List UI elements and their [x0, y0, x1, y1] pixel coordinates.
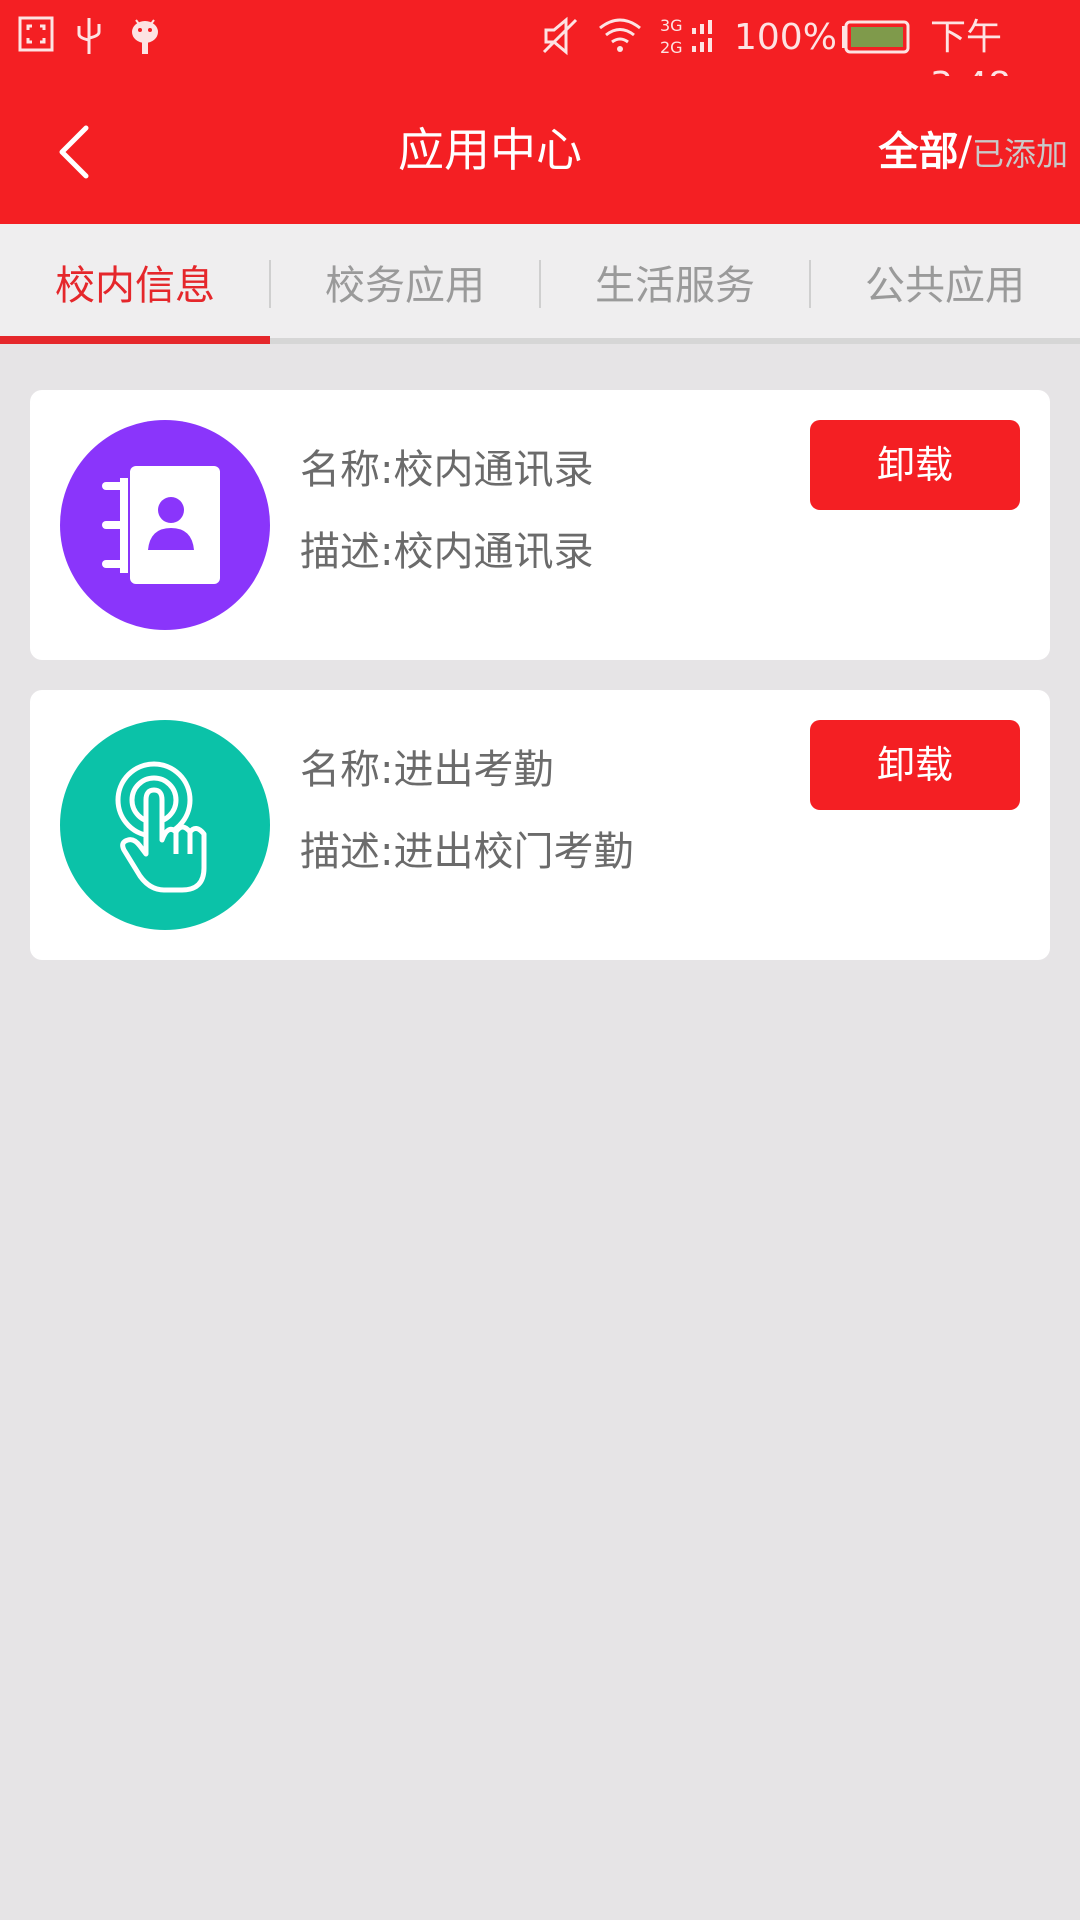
- tab-public-apps[interactable]: 公共应用: [810, 224, 1080, 336]
- app-description: 描述:进出校门考勤: [300, 829, 634, 875]
- mute-icon: [540, 16, 580, 60]
- app-description: 描述:校内通讯录: [300, 529, 594, 575]
- tab-label: 校务应用: [325, 263, 485, 309]
- tab-school-affairs[interactable]: 校务应用: [270, 224, 541, 336]
- network-3g-label: 3G: [660, 16, 683, 35]
- app-name: 名称:进出考勤: [300, 747, 554, 793]
- page-title: 应用中心: [398, 123, 582, 177]
- tab-label: 校内信息: [55, 263, 215, 309]
- app-name: 名称:校内通讯录: [300, 447, 594, 493]
- contacts-book-icon: [60, 420, 270, 630]
- category-tabs: 校内信息 校务应用 生活服务 公共应用: [0, 224, 1080, 344]
- network-2g-label: 2G: [660, 38, 683, 57]
- filter-all-button[interactable]: 全部: [879, 129, 959, 175]
- battery-icon: [840, 20, 910, 58]
- android-debug-icon: [128, 16, 162, 60]
- tab-label: 公共应用: [865, 263, 1025, 309]
- app-card-attendance: 名称:进出考勤 描述:进出校门考勤 卸载: [30, 690, 1050, 960]
- signal-icon: [690, 16, 720, 60]
- uninstall-button[interactable]: 卸载: [810, 720, 1020, 810]
- chevron-left-icon: [59, 125, 89, 179]
- back-button[interactable]: [40, 116, 112, 188]
- status-bar: 3G 2G 100% 下午3:48: [0, 0, 1080, 106]
- screenshot-icon: [18, 16, 54, 56]
- uninstall-button[interactable]: 卸载: [810, 420, 1020, 510]
- active-tab-indicator: [0, 336, 270, 344]
- filter-separator: /: [958, 129, 972, 175]
- battery-percent: 100%: [734, 17, 837, 58]
- filter-added-button[interactable]: 已添加: [972, 135, 1068, 173]
- app-card-contacts: 名称:校内通讯录 描述:校内通讯录 卸载: [30, 390, 1050, 660]
- tab-label: 生活服务: [595, 263, 755, 309]
- wifi-icon: [598, 16, 642, 60]
- app-header: 应用中心 全部/已添加: [0, 76, 1080, 224]
- usb-icon: [74, 16, 104, 60]
- tab-life-services[interactable]: 生活服务: [540, 224, 811, 336]
- filter-toggle: 全部/已添加: [879, 124, 1069, 188]
- touch-hand-icon: [60, 720, 270, 930]
- tab-campus-info[interactable]: 校内信息: [0, 224, 271, 336]
